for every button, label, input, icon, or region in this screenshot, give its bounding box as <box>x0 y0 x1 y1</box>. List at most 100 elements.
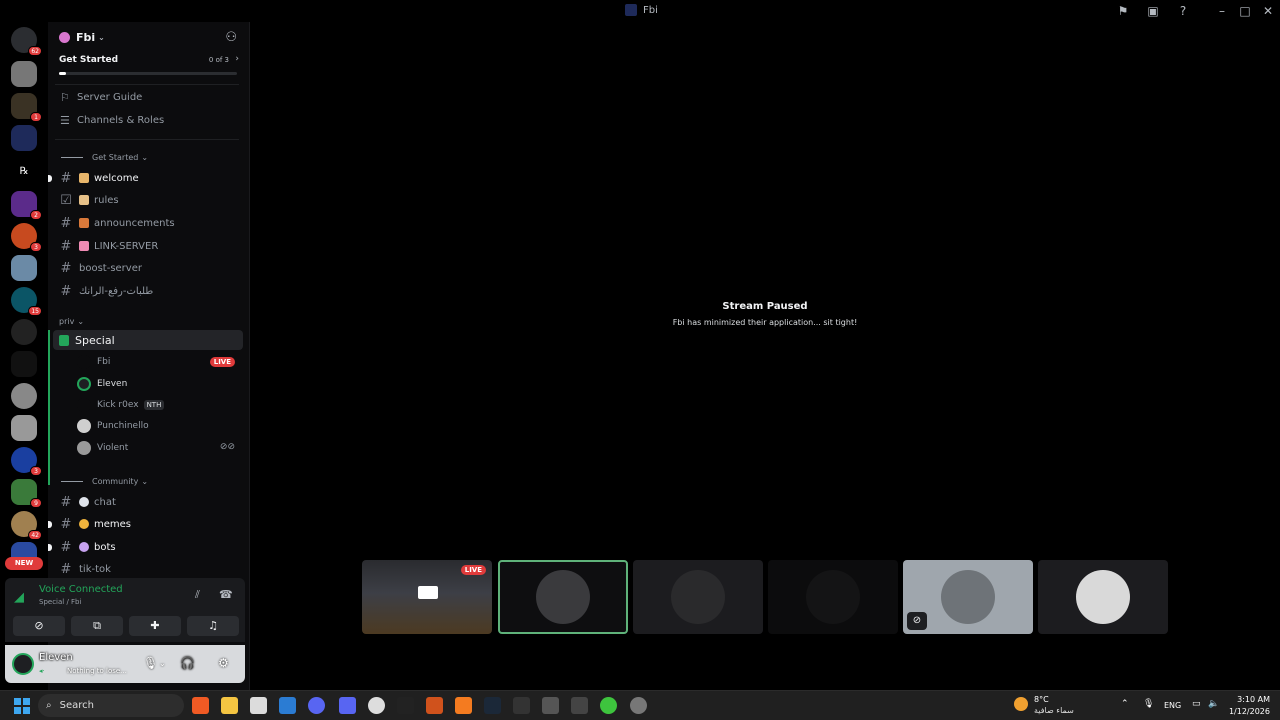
language-indicator[interactable]: ENG <box>1164 701 1181 710</box>
app-icon[interactable] <box>571 697 588 714</box>
nav-server-guide[interactable]: ⚐ Server Guide <box>60 91 142 104</box>
settings-gear-icon[interactable]: ⚙ <box>218 656 229 670</box>
participant-tile-selected[interactable] <box>498 560 628 634</box>
settings-app-icon[interactable] <box>368 697 385 714</box>
screen-share-button[interactable]: ⧉ <box>71 616 123 636</box>
user-name[interactable]: Eleven <box>39 652 73 663</box>
app-icon[interactable] <box>542 697 559 714</box>
server-avatar[interactable] <box>11 351 37 377</box>
brave-browser-icon[interactable] <box>192 697 209 714</box>
category-get-started[interactable]: Get Started ⌄ <box>61 153 148 162</box>
voice-status[interactable]: Voice Connected <box>39 584 123 595</box>
close-icon[interactable]: ✕ <box>1260 3 1276 19</box>
clock[interactable]: 3:10 AM 1/12/2026 <box>1222 694 1270 718</box>
invite-people-icon[interactable]: ⚇ <box>225 30 237 45</box>
soundboard-button[interactable]: ♫ <box>187 616 239 636</box>
divider <box>55 84 239 85</box>
windows-start-icon[interactable] <box>14 698 30 714</box>
server-avatar[interactable]: 1 <box>11 93 42 122</box>
channel-bots[interactable]: # bots <box>48 537 243 557</box>
help-icon[interactable]: ? <box>1175 3 1191 19</box>
channel-label: welcome <box>94 172 139 184</box>
app-icon[interactable] <box>630 697 647 714</box>
server-header[interactable]: Fbi ⌄ <box>48 22 250 52</box>
server-avatar[interactable] <box>11 61 37 87</box>
server-avatar[interactable]: 15 <box>11 287 42 316</box>
noise-suppression-icon[interactable]: ⫽ <box>195 588 200 602</box>
avatar[interactable] <box>12 653 34 675</box>
nav-label: Server Guide <box>77 92 143 103</box>
epic-games-icon[interactable] <box>513 697 530 714</box>
server-avatar[interactable] <box>11 383 37 409</box>
steam-icon[interactable] <box>484 697 501 714</box>
voice-user[interactable]: Eleven <box>77 375 239 393</box>
channel-welcome[interactable]: # welcome <box>48 168 243 188</box>
inbox-flag-icon[interactable]: ⚑ <box>1115 3 1131 19</box>
participant-tile[interactable] <box>768 560 898 634</box>
mail-icon[interactable] <box>279 697 296 714</box>
app-icon[interactable] <box>397 697 414 714</box>
microphone-icon[interactable]: 🎙 <box>1143 699 1154 709</box>
activities-button[interactable]: ✚ <box>129 616 181 636</box>
app-icon[interactable] <box>455 697 472 714</box>
app-icon[interactable] <box>600 697 617 714</box>
taskbar-search[interactable]: ⌕ Search <box>38 694 184 717</box>
nav-channels-roles[interactable]: ☰ Channels & Roles <box>60 114 164 127</box>
camera-off-button[interactable]: ⊘ <box>13 616 65 636</box>
channel-rank-requests[interactable]: # طلبات-رفع-الرانك <box>59 281 243 301</box>
dm-home-icon[interactable]: 62 <box>11 27 42 56</box>
app-icon[interactable] <box>426 697 443 714</box>
stream-stage[interactable]: Stream Paused Fbi has minimized their ap… <box>250 22 1280 690</box>
server-avatar[interactable]: 42 <box>11 511 42 540</box>
network-icon[interactable]: ▭ <box>1192 699 1201 709</box>
discord-active-icon[interactable] <box>339 697 356 714</box>
participant-tile[interactable] <box>1038 560 1168 634</box>
channel-memes[interactable]: # memes <box>48 514 243 534</box>
voice-user[interactable]: Punchinello <box>77 417 239 435</box>
screen-icon[interactable]: ▣ <box>1145 3 1161 19</box>
channel-boost-server[interactable]: # boost-server <box>59 258 243 278</box>
server-avatar[interactable] <box>11 319 37 345</box>
store-icon[interactable] <box>250 697 267 714</box>
headphones-icon[interactable]: 🎧 <box>180 656 195 670</box>
disconnect-icon[interactable]: ☎ <box>219 588 233 601</box>
channel-chat[interactable]: # chat <box>59 492 243 512</box>
chevron-right-icon: › <box>235 54 239 64</box>
voice-user[interactable]: Violent ⊘⊘ <box>77 439 239 457</box>
server-avatar-active[interactable] <box>11 125 37 151</box>
user-status: Nothing to lose... <box>67 667 127 675</box>
maximize-icon[interactable]: □ <box>1237 3 1253 19</box>
minimize-icon[interactable]: – <box>1214 3 1230 19</box>
volume-icon[interactable]: 🔈 <box>1208 699 1219 709</box>
file-explorer-icon[interactable] <box>221 697 238 714</box>
participant-tile[interactable] <box>633 560 763 634</box>
voice-user[interactable]: Kick r0ex NTH <box>77 396 239 414</box>
avatar <box>77 419 91 433</box>
server-avatar[interactable]: 3 <box>11 447 42 476</box>
category-priv[interactable]: priv ⌄ <box>59 317 84 326</box>
server-avatar[interactable] <box>11 255 37 281</box>
chevron-down-icon[interactable]: ⌄ <box>159 659 166 668</box>
channel-announcements[interactable]: # announcements <box>59 213 243 233</box>
server-avatar[interactable]: 3 <box>11 223 42 252</box>
microphone-icon[interactable]: 🎙 <box>143 656 158 670</box>
voice-user[interactable]: Fbi LIVE <box>77 353 239 371</box>
channel-label: announcements <box>94 217 175 229</box>
stream-paused-subtitle: Fbi has minimized their application... s… <box>672 318 858 327</box>
voice-location[interactable]: Special / Fbi <box>39 598 81 606</box>
channel-tik-tok[interactable]: # tik-tok <box>59 559 243 579</box>
channel-rules[interactable]: ☑ rules <box>59 190 243 210</box>
server-avatar[interactable] <box>11 415 37 441</box>
server-avatar[interactable]: ℞ <box>11 159 37 185</box>
stream-tile[interactable]: LIVE <box>362 560 492 634</box>
discord-icon[interactable] <box>308 697 325 714</box>
chevron-up-icon[interactable]: ⌃ <box>1121 699 1129 709</box>
server-avatar[interactable]: 9 <box>11 479 42 508</box>
server-avatar[interactable]: 2 <box>11 191 42 220</box>
participant-tile[interactable]: ⊘ <box>903 560 1033 634</box>
get-started-progress[interactable]: Get Started 0 of 3 › <box>59 54 239 75</box>
category-community[interactable]: Community ⌄ <box>61 477 148 486</box>
voice-channel-special[interactable]: Special <box>53 330 243 350</box>
category-line <box>61 157 83 158</box>
channel-link-server[interactable]: # LINK-SERVER <box>59 236 243 256</box>
